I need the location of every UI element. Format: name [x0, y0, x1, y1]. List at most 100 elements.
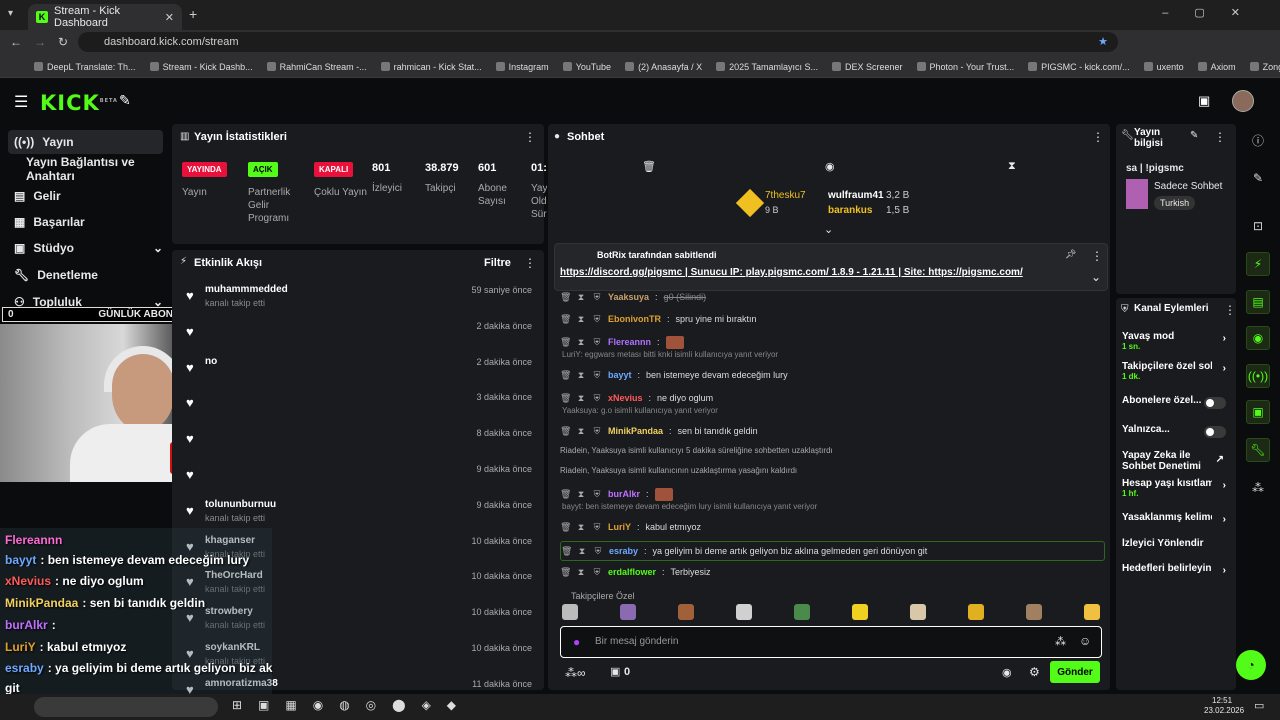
chat-username[interactable]: Flereannn — [608, 337, 651, 347]
camera-icon[interactable]: ▣ — [1198, 93, 1210, 109]
delete-icon[interactable]: 🗑︎ — [560, 567, 571, 578]
timeout-icon[interactable]: ⧗ — [576, 393, 586, 404]
send-button[interactable]: Gönder — [1050, 661, 1100, 683]
taskbar-apps[interactable]: ⊞▣▦◉◍◎⬤◈◆ — [232, 698, 472, 712]
chat-username[interactable]: esraby — [609, 546, 638, 556]
bookmark-item[interactable]: Axiom — [1197, 62, 1236, 72]
channel-action[interactable]: Yalnızca... — [1122, 424, 1230, 438]
channel-action[interactable]: Hedefleri belirleyin › — [1122, 563, 1230, 576]
browser-tab[interactable]: K Stream - Kick Dashboard ✕ — [28, 4, 182, 30]
menu-icon[interactable]: ☰ — [14, 92, 28, 112]
support-bubble-icon[interactable]: ◔ — [1236, 650, 1266, 680]
channel-action[interactable]: Yavaş mod 1 sn. › — [1122, 331, 1230, 351]
bookmark-item[interactable]: Instagram — [495, 62, 549, 72]
info-icon[interactable]: ⓘ — [1246, 128, 1270, 152]
mic-icon[interactable]: ● — [573, 635, 580, 649]
delete-icon[interactable]: 🗑︎ — [560, 393, 571, 404]
emote-icon[interactable] — [852, 604, 868, 620]
emote-icon[interactable] — [1084, 604, 1100, 620]
timeout-icon[interactable]: ⧗ — [576, 567, 586, 578]
ban-icon[interactable]: ⛨ — [592, 370, 602, 381]
activity-more-icon[interactable]: ⋮ — [524, 256, 536, 270]
url-field[interactable]: dashboard.kick.com/stream ★ — [78, 32, 1118, 52]
channel-action[interactable]: Hesap yaşı kısıtlama 1 hf. › — [1122, 478, 1230, 498]
delete-icon[interactable]: 🗑︎ — [560, 337, 571, 348]
ban-icon[interactable]: ⛨ — [592, 426, 602, 437]
timeout-icon[interactable]: ⧗ — [576, 314, 586, 325]
pin-icon[interactable]: 📌︎ — [1065, 249, 1076, 260]
trash-icon[interactable]: 🗑︎ — [642, 160, 656, 173]
emote-icon[interactable] — [736, 604, 752, 620]
ban-icon[interactable]: ⛨ — [592, 393, 602, 404]
channel-action[interactable]: Abonelere özel... — [1122, 395, 1230, 409]
delete-icon[interactable]: 🗑︎ — [560, 522, 571, 533]
chat-username[interactable]: LuriY — [608, 522, 631, 532]
bookmark-item[interactable]: Zonguldak İngilizce... — [1249, 62, 1280, 72]
avatar[interactable] — [1232, 90, 1254, 112]
delete-icon[interactable]: 🗑︎ — [560, 292, 571, 303]
toggle-switch[interactable] — [1204, 426, 1226, 438]
translate-icon[interactable]: ⁂ — [1055, 635, 1066, 648]
bookmark-item[interactable]: DeepL Translate: Th... — [34, 62, 136, 72]
channel-action[interactable]: İzleyici Yönlendir — [1122, 538, 1230, 549]
layout-icon[interactable]: ▣ — [1246, 400, 1270, 424]
timeout-icon[interactable]: ⧗ — [576, 337, 586, 348]
ban-icon[interactable]: ⛨ — [592, 292, 602, 303]
chat-settings-bubble-icon[interactable]: ◉ — [1002, 666, 1012, 679]
wrench-icon[interactable]: 🔧︎ — [1246, 438, 1270, 462]
delete-icon[interactable]: 🗑︎ — [560, 314, 571, 325]
close-tab-icon[interactable]: ✕ — [165, 11, 174, 24]
stats-more-icon[interactable]: ⋮ — [524, 130, 536, 144]
chat-username[interactable]: EbonivonTR — [608, 314, 661, 324]
channel-action[interactable]: Yapay Zeka ile Sohbet Denetimi ↗ — [1122, 450, 1230, 472]
ban-icon[interactable]: ⛨ — [592, 337, 602, 348]
gift-icon[interactable]: ▣ — [610, 665, 620, 678]
bookmark-item[interactable]: YouTube — [562, 62, 611, 72]
delete-icon[interactable]: 🗑︎ — [560, 426, 571, 437]
emote-icon[interactable] — [794, 604, 810, 620]
ban-icon[interactable]: ⛨ — [592, 314, 602, 325]
sidebar-item-studyo[interactable]: ▣ Stüdyo ⌄ — [8, 236, 163, 260]
activity-user[interactable]: tolununburnuu — [205, 499, 276, 510]
timeout-icon[interactable]: ⧗ — [577, 546, 587, 557]
chat-input[interactable]: ● Bir mesaj gönderin ⁂ ☺ — [560, 626, 1102, 658]
info-more-icon[interactable]: ⋮ — [1214, 130, 1226, 144]
channel-action[interactable]: Takipçilere özel soh 1 dk. › — [1122, 361, 1230, 381]
ban-icon[interactable]: ⛨ — [592, 489, 602, 500]
edit-icon[interactable]: ✎ — [1190, 130, 1198, 141]
pin-tool-icon[interactable]: ✎ — [119, 92, 131, 109]
bookmark-item[interactable]: Stream - Kick Dashb... — [149, 62, 253, 72]
delete-icon[interactable]: 🗑︎ — [560, 370, 571, 381]
sidebar-item-basarilar[interactable]: ▦ Başarılar — [8, 210, 163, 234]
ban-icon[interactable]: ⛨ — [593, 546, 603, 557]
bookmark-item[interactable]: DEX Screener — [831, 62, 903, 72]
taskbar-search[interactable] — [34, 697, 218, 717]
timeout-icon[interactable]: ⧗ — [576, 489, 586, 500]
emote-icon[interactable] — [1026, 604, 1042, 620]
window-controls[interactable]: –▢✕ — [1162, 6, 1266, 19]
chat-username[interactable]: xNevius — [608, 393, 643, 403]
activity-user[interactable]: muhammmedded — [205, 284, 288, 295]
back-icon[interactable]: ← — [10, 35, 22, 49]
bookmark-item[interactable]: 2025 Tamamlayıcı S... — [716, 62, 818, 72]
gear-icon[interactable]: ⚙ — [1029, 665, 1040, 679]
emoji-icon[interactable]: ☺ — [1079, 634, 1091, 648]
bookmark-item[interactable]: (2) Anasayfa / X — [625, 62, 702, 72]
bookmark-item[interactable]: uxento — [1143, 62, 1184, 72]
sidebar-item-yayin[interactable]: ((•)) Yayın — [8, 130, 163, 154]
sidebar-item-key[interactable]: Yayın Bağlantısı ve Anahtarı — [8, 155, 163, 183]
kick-logo[interactable]: KICKBETA — [40, 91, 118, 115]
document-icon[interactable]: ▤ — [1246, 290, 1270, 314]
lightning-icon[interactable]: ⚡︎ — [1246, 252, 1270, 276]
hourglass-icon[interactable]: ⧗ — [1008, 160, 1016, 173]
timeout-icon[interactable]: ⧗ — [576, 370, 586, 381]
activity-user[interactable]: no — [205, 356, 217, 367]
expand-icon[interactable]: ⌄ — [1091, 270, 1101, 284]
new-tab-icon[interactable]: + — [189, 6, 197, 22]
chat-icon[interactable]: ◉ — [1246, 326, 1270, 350]
chat-username[interactable]: erdalflower — [608, 567, 656, 577]
ban-icon[interactable]: ⛨ — [592, 522, 602, 533]
emote-icon[interactable] — [620, 604, 636, 620]
pinned-more-icon[interactable]: ⋮ — [1091, 249, 1103, 263]
filter-button[interactable]: Filtre — [484, 257, 511, 269]
